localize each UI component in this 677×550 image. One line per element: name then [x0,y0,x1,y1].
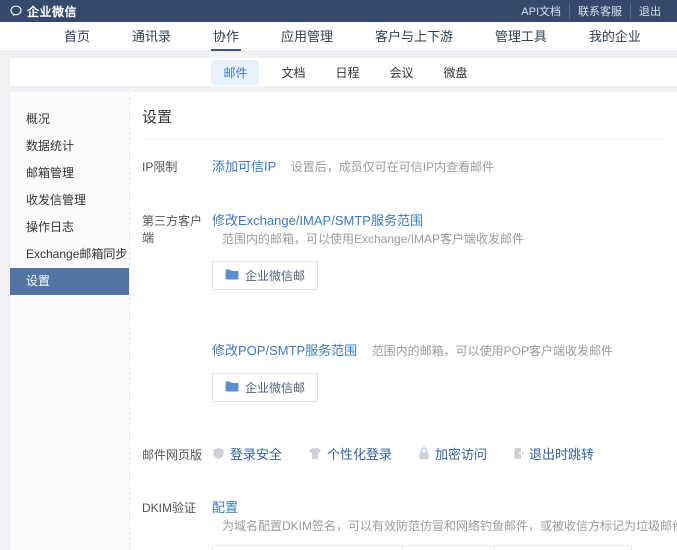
table-header-domain: 域名 [213,546,403,550]
topbar-links: API文档 联系客服 退出 [513,3,669,19]
mail-settings-sidebar: 概况 数据统计 邮箱管理 收发信管理 操作日志 Exchange邮箱同步 设置 [10,92,130,550]
exchange-scope-name: 企业微信邮 [245,267,305,284]
main-nav: 首页 通讯录 协作 应用管理 客户与上下游 管理工具 我的企业 [0,22,677,52]
modify-pop-scope-link[interactable]: 修改POP/SMTP服务范围 [212,343,357,358]
tab-schedule[interactable]: 日程 [327,60,367,85]
dkim-configure-link[interactable]: 配置 [212,500,238,515]
topbar: 企业微信 API文档 联系客服 退出 [0,0,677,22]
sidebar-item-mailbox-management[interactable]: 邮箱管理 [10,160,129,187]
dkim-domain-table: 域名 状态 操作 988666.club 已验证 查看配置 [212,545,632,550]
login-security-icon [212,447,225,460]
webmail-label: 邮件网页版 [142,444,212,463]
section-ip-restriction: IP限制 添加可信IP 设置后，成员仅可在可信IP内查看邮件 [142,156,663,176]
logout-redirect-text: 退出时跳转 [529,444,594,463]
encrypted-access-link[interactable]: 加密访问 [418,444,487,463]
logout-redirect-icon [513,447,524,460]
ip-restriction-label: IP限制 [142,156,212,175]
sidebar-item-send-receive-management[interactable]: 收发信管理 [10,187,129,214]
modify-exchange-scope-link[interactable]: 修改Exchange/IMAP/SMTP服务范围 [212,213,423,228]
table-header-status: 状态 [403,546,495,550]
department-folder-icon [225,269,239,283]
sidebar-item-operation-log[interactable]: 操作日志 [10,214,129,241]
third-party-label: 第三方客户端 [142,210,212,246]
nav-item-app-management[interactable]: 应用管理 [279,22,335,51]
table-header-action: 操作 [495,546,632,550]
personalized-login-text: 个性化登录 [327,444,392,463]
encrypted-access-icon [418,447,430,460]
nav-item-collaboration[interactable]: 协作 [211,22,241,51]
pop-scope-row: 修改POP/SMTP服务范围 范围内的邮箱，可以使用POP客户端收发邮件 企业微… [212,340,663,402]
sidebar-item-statistics[interactable]: 数据统计 [10,133,129,160]
nav-item-admin-tools[interactable]: 管理工具 [493,22,549,51]
collaboration-subtabs: 邮件 文档 日程 会议 微盘 [10,58,677,86]
section-dkim: DKIM验证 配置 为域名配置DKIM签名，可以有效防范仿冒和网络钓鱼邮件，或被… [142,497,663,550]
logout-link[interactable]: 退出 [630,3,669,19]
settings-main-panel: 设置 IP限制 添加可信IP 设置后，成员仅可在可信IP内查看邮件 第三方客户端… [130,92,677,550]
logout-redirect-link[interactable]: 退出时跳转 [513,444,594,463]
app-logo-text: 企业微信 [27,3,77,20]
personalized-login-link[interactable]: 个性化登录 [308,444,392,463]
sidebar-item-exchange-sync[interactable]: Exchange邮箱同步 [10,241,129,268]
login-security-text: 登录安全 [230,444,282,463]
exchange-scope-desc: 范围内的邮箱，可以使用Exchange/IMAP客户端收发邮件 [222,232,524,246]
section-third-party-client: 第三方客户端 修改Exchange/IMAP/SMTP服务范围 范围内的邮箱，可… [142,210,663,402]
sidebar-item-overview[interactable]: 概况 [10,106,129,133]
nav-item-contacts[interactable]: 通讯录 [130,22,173,51]
page-title: 设置 [142,102,663,140]
pop-scope-desc: 范围内的邮箱，可以使用POP客户端收发邮件 [372,344,613,358]
contact-support-link[interactable]: 联系客服 [569,3,630,19]
chat-bubble-icon [10,5,23,17]
department-folder-icon [225,381,239,395]
pop-scope-chip[interactable]: 企业微信邮 [212,373,318,402]
pop-scope-name: 企业微信邮 [245,379,305,396]
sidebar-item-settings[interactable]: 设置 [10,268,129,295]
dkim-label: DKIM验证 [142,497,212,516]
encrypted-access-text: 加密访问 [435,444,487,463]
page-container: 邮件 文档 日程 会议 微盘 概况 数据统计 邮箱管理 收发信管理 操作日志 E… [10,58,677,550]
dkim-desc: 为域名配置DKIM签名，可以有效防范仿冒和网络钓鱼邮件，或被收信方标记为垃圾邮件 [222,519,677,533]
dkim-config-row: 配置 为域名配置DKIM签名，可以有效防范仿冒和网络钓鱼邮件，或被收信方标记为垃… [212,497,663,535]
exchange-scope-chip[interactable]: 企业微信邮 [212,261,318,290]
tab-meeting[interactable]: 会议 [382,60,422,85]
ip-restriction-desc: 设置后，成员仅可在可信IP内查看邮件 [291,160,494,174]
nav-item-my-company[interactable]: 我的企业 [587,22,643,51]
section-webmail: 邮件网页版 登录安全 [142,444,663,463]
personalized-login-icon [308,447,322,460]
table-header-row: 域名 状态 操作 [213,546,632,550]
exchange-scope-row: 修改Exchange/IMAP/SMTP服务范围 范围内的邮箱，可以使用Exch… [212,210,663,290]
login-security-link[interactable]: 登录安全 [212,444,282,463]
api-doc-link[interactable]: API文档 [513,3,569,19]
tab-docs[interactable]: 文档 [273,60,313,85]
content-area: 概况 数据统计 邮箱管理 收发信管理 操作日志 Exchange邮箱同步 设置 … [10,92,677,550]
tab-mail[interactable]: 邮件 [211,60,259,85]
tab-drive[interactable]: 微盘 [436,60,476,85]
nav-item-customers[interactable]: 客户与上下游 [373,22,455,51]
nav-item-home[interactable]: 首页 [62,22,92,51]
app-logo: 企业微信 [10,3,77,20]
add-trusted-ip-link[interactable]: 添加可信IP [212,159,276,174]
